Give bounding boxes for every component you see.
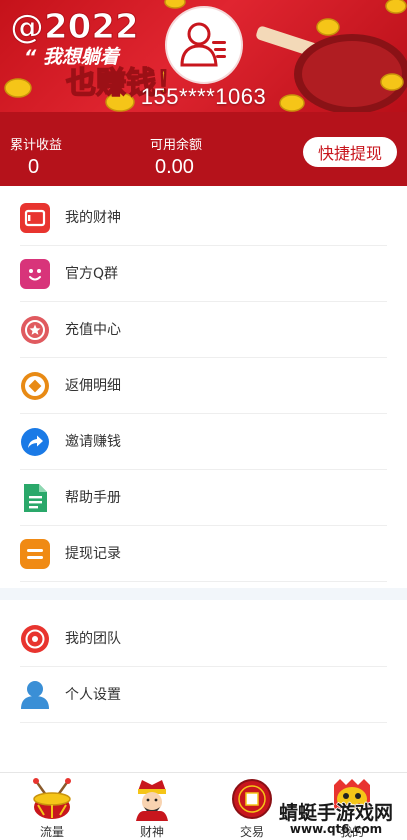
menu-item-official-qq-group[interactable]: 官方Q群	[0, 246, 407, 302]
menu-item-withdraw-records[interactable]: 提现记录	[0, 526, 407, 582]
star-badge-icon	[20, 315, 50, 345]
menu-item-label: 返佣明细	[65, 378, 121, 394]
tab-traffic[interactable]: 流量	[2, 773, 102, 840]
share-arrow-icon	[20, 427, 50, 457]
user-person-icon	[20, 680, 50, 710]
menu-item-invite-earn[interactable]: 邀请赚钱	[0, 414, 407, 470]
menu-item-label: 邀请赚钱	[65, 434, 121, 450]
menu-item-commission-details[interactable]: 返佣明细	[0, 358, 407, 414]
available-balance-label: 可用余额	[150, 137, 203, 152]
menu-item-label: 个人设置	[65, 687, 121, 703]
menu-item-my-fortune[interactable]: 我的财神	[0, 190, 407, 246]
coin-diamond-icon	[20, 371, 50, 401]
total-income-label: 累计收益	[10, 137, 63, 152]
menu-item-personal-settings[interactable]: 个人设置	[0, 667, 407, 723]
banner-art-year: @2022	[10, 7, 139, 47]
menu-item-label: 官方Q群	[65, 266, 119, 282]
banner-art-quote: “ 我想躺着	[24, 46, 121, 68]
document-icon	[20, 483, 50, 513]
section-divider	[0, 588, 407, 600]
menu-item-label: 提现记录	[65, 546, 121, 562]
avatar[interactable]	[165, 6, 243, 84]
drum-icon	[33, 778, 71, 819]
tab-fortune-god[interactable]: 财神	[102, 773, 202, 840]
quick-withdraw-button[interactable]: 快捷提现	[303, 137, 397, 167]
team-target-icon	[20, 624, 50, 654]
watermark-title: 蜻蜓手游戏网	[278, 802, 393, 824]
menu-item-label: 帮助手册	[65, 490, 121, 506]
divider	[20, 722, 387, 723]
menu-item-label: 我的团队	[65, 631, 121, 647]
profile-banner: @2022 “ 我想躺着 也赚钱！ 155****1063	[0, 0, 407, 112]
watermark-url: www.qt6.com	[289, 822, 383, 836]
menu-item-recharge-center[interactable]: 充值中心	[0, 302, 407, 358]
fortune-god-icon	[136, 780, 168, 821]
menu-item-my-team[interactable]: 我的团队	[0, 611, 407, 667]
list-record-icon	[20, 539, 50, 569]
user-phone-number: 155****1063	[140, 84, 267, 109]
tab-label: 财神	[139, 825, 164, 839]
menu-group-main: 我的财神 官方Q群 充值中心 返佣明细 邀请赚钱 帮助手册 提现记录	[0, 190, 407, 582]
user-profile-icon	[180, 22, 226, 67]
tab-label: 流量	[39, 825, 64, 839]
account-stats-bar: 累计收益 0 可用余额 0.00 快捷提现	[0, 112, 407, 186]
wallet-icon	[20, 203, 50, 233]
available-balance-value: 0.00	[155, 156, 194, 178]
smile-face-icon	[20, 259, 50, 289]
menu-item-help-manual[interactable]: 帮助手册	[0, 470, 407, 526]
divider	[20, 581, 387, 582]
menu-item-label: 我的财神	[65, 210, 121, 226]
site-watermark: 蜻蜓手游戏网 www.qt6.com	[268, 798, 404, 838]
menu-group-secondary: 我的团队 个人设置	[0, 611, 407, 723]
total-income-value: 0	[28, 156, 40, 178]
menu-item-label: 充值中心	[65, 322, 121, 338]
